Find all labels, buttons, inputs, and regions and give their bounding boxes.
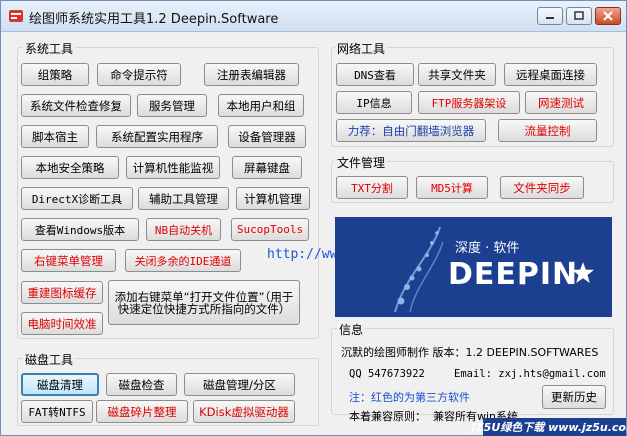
secpol-button[interactable]: 本地安全策略 bbox=[21, 156, 119, 179]
ip-info-button[interactable]: IP信息 bbox=[336, 91, 412, 114]
cmd-button[interactable]: 命令提示符 bbox=[97, 63, 181, 86]
app-window: 绘图师系统实用工具1.2 Deepin.Software 系统工具 组策略 命令… bbox=[0, 0, 627, 436]
perfmon-button[interactable]: 计算机性能监视 bbox=[126, 156, 220, 179]
gpedit-button[interactable]: 组策略 bbox=[21, 63, 89, 86]
disk-cleanup-button[interactable]: 磁盘清理 bbox=[21, 373, 99, 396]
system-tools-label: 系统工具 bbox=[23, 40, 76, 57]
email-address: Email: zxj.hts@gmail.com bbox=[454, 368, 606, 380]
banner-title: 深度 · 软件 bbox=[455, 241, 520, 256]
sfc-button[interactable]: 系统文件检查修复 bbox=[21, 94, 131, 117]
auto-shutdown-button[interactable]: NB自动关机 bbox=[146, 218, 221, 241]
watermark: JZ5U绿色下载 www.jz5u.com bbox=[472, 418, 627, 436]
author-line: 沉默的绘图师制作 版本：1.2 DEEPIN.SOFTWARES bbox=[341, 346, 599, 359]
network-tools-label: 网络工具 bbox=[335, 40, 388, 57]
compat-prefix: 本着兼容原则： bbox=[349, 410, 426, 423]
traffic-control-button[interactable]: 流量控制 bbox=[498, 119, 597, 142]
dxdiag-button[interactable]: DirectX诊断工具 bbox=[21, 187, 133, 210]
qq-number: QQ 547673922 bbox=[349, 368, 425, 380]
folder-sync-button[interactable]: 文件夹同步 bbox=[500, 176, 584, 199]
msconfig-button[interactable]: 系统配置实用程序 bbox=[96, 125, 218, 148]
minimize-button[interactable] bbox=[537, 7, 563, 25]
local-users-button[interactable]: 本地用户和组 bbox=[218, 94, 304, 117]
file-management-label: 文件管理 bbox=[335, 154, 388, 171]
winver-button[interactable]: 查看Windows版本 bbox=[21, 218, 139, 241]
ftp-server-button[interactable]: FTP服务器架设 bbox=[418, 91, 520, 114]
defrag-button[interactable]: 磁盘碎片整理 bbox=[96, 400, 188, 423]
info-label: 信息 bbox=[337, 321, 366, 338]
banner-brand: DEEPIN bbox=[448, 257, 579, 292]
disk-check-button[interactable]: 磁盘检查 bbox=[106, 373, 177, 396]
disk-tools-label: 磁盘工具 bbox=[23, 351, 76, 368]
window-title: 绘图师系统实用工具1.2 Deepin.Software bbox=[29, 12, 279, 27]
close-button[interactable] bbox=[595, 7, 621, 25]
fat-to-ntfs-button[interactable]: FAT转NTFS bbox=[21, 400, 93, 423]
disk-management-button[interactable]: 磁盘管理/分区 bbox=[184, 373, 295, 396]
dns-button[interactable]: DNS查看 bbox=[336, 63, 414, 86]
app-icon bbox=[9, 10, 23, 22]
title-bar[interactable]: 绘图师系统实用工具1.2 Deepin.Software bbox=[1, 1, 626, 32]
update-history-button[interactable]: 更新历史 bbox=[542, 385, 606, 409]
maximize-icon bbox=[574, 11, 584, 20]
recommended-browser-button[interactable]: 力荐：自由门翻墙浏览器 bbox=[336, 119, 486, 142]
minimize-icon bbox=[546, 17, 554, 19]
close-icon bbox=[603, 11, 613, 21]
md5-button[interactable]: MD5计算 bbox=[416, 176, 488, 199]
txt-split-button[interactable]: TXT分割 bbox=[336, 176, 408, 199]
maximize-button[interactable] bbox=[566, 7, 592, 25]
regedit-button[interactable]: 注册表编辑器 bbox=[204, 63, 299, 86]
deepin-banner: 深度 · 软件 DEEPIN bbox=[335, 217, 612, 317]
speed-test-button[interactable]: 网速测试 bbox=[525, 91, 597, 114]
devmgmt-button[interactable]: 设备管理器 bbox=[228, 125, 306, 148]
osk-button[interactable]: 屏幕键盘 bbox=[232, 156, 302, 179]
open-location-button[interactable]: 添加右键菜单“打开文件位置”（用于快速定位快捷方式所指向的文件） bbox=[108, 280, 300, 325]
icon-cache-button[interactable]: 重建图标缓存 bbox=[21, 281, 103, 304]
accessibility-button[interactable]: 辅助工具管理 bbox=[138, 187, 229, 210]
services-button[interactable]: 服务管理 bbox=[137, 94, 207, 117]
ide-channel-button[interactable]: 关闭多余的IDE通道 bbox=[125, 249, 241, 272]
time-sync-button[interactable]: 电脑时间效准 bbox=[21, 312, 103, 335]
wsh-button[interactable]: 脚本宿主 bbox=[21, 125, 89, 148]
star-icon bbox=[572, 262, 594, 283]
context-menu-button[interactable]: 右键菜单管理 bbox=[21, 249, 116, 272]
kdisk-button[interactable]: KDisk虚拟驱动器 bbox=[193, 400, 295, 423]
third-party-note: 注：红色的为第三方软件 bbox=[349, 391, 470, 404]
sucop-tools-button[interactable]: SucopTools bbox=[231, 218, 309, 241]
remote-desktop-button[interactable]: 远程桌面连接 bbox=[504, 63, 597, 86]
compmgmt-button[interactable]: 计算机管理 bbox=[236, 187, 310, 210]
shared-folder-button[interactable]: 共享文件夹 bbox=[418, 63, 496, 86]
